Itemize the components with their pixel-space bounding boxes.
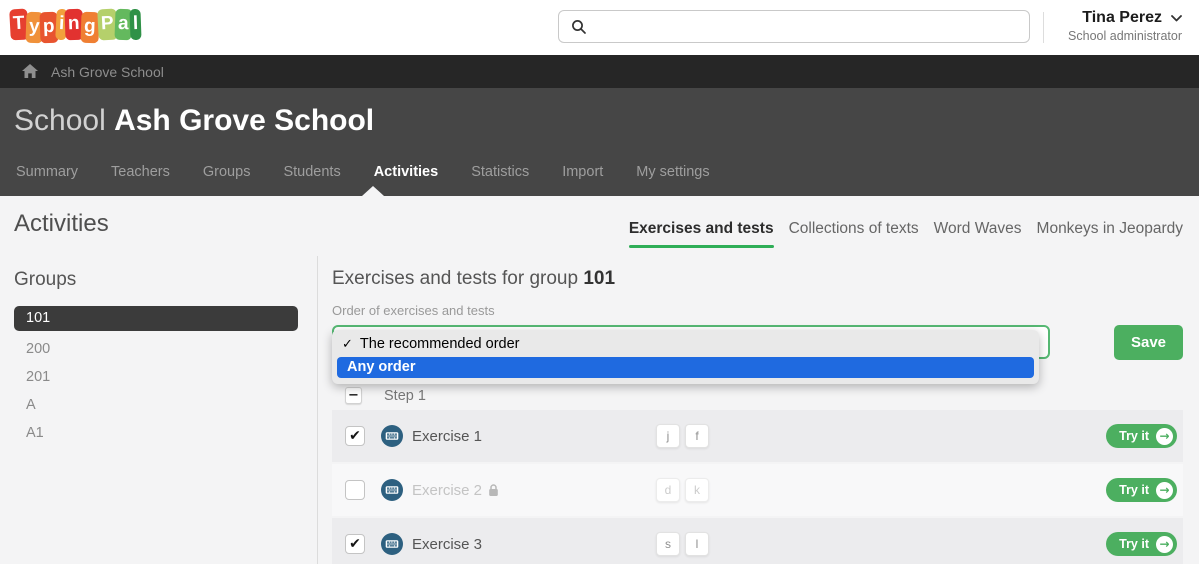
- check-icon: ✓: [342, 337, 353, 352]
- typing-pal-logo[interactable]: TypingPal: [10, 9, 139, 40]
- arrow-right-icon: →: [1156, 482, 1173, 499]
- nav-groups[interactable]: Groups: [203, 164, 251, 180]
- user-role: School administrator: [1068, 29, 1182, 43]
- search-box[interactable]: [558, 10, 1030, 43]
- dropdown-option-recommended[interactable]: ✓ The recommended order: [332, 335, 1039, 357]
- key-badge: s: [656, 532, 680, 556]
- exercises-heading-prefix: Exercises and tests for group: [332, 268, 578, 289]
- tab-monkeys-in-jeopardy[interactable]: Monkeys in Jeopardy: [1037, 220, 1183, 248]
- try-it-label: Try it: [1119, 483, 1149, 497]
- try-it-button[interactable]: Try it →: [1106, 478, 1177, 502]
- tab-exercises-and-tests[interactable]: Exercises and tests: [629, 220, 774, 248]
- group-list: 101 200 201 A A1: [0, 306, 317, 447]
- keyboard-exercise-icon: [381, 479, 403, 501]
- group-item-a1[interactable]: A1: [0, 419, 317, 447]
- save-button[interactable]: Save: [1114, 325, 1183, 360]
- exercise-name[interactable]: Exercise 3: [412, 536, 482, 553]
- nav-activities[interactable]: Activities: [374, 164, 438, 180]
- key-badge: d: [656, 478, 680, 502]
- arrow-right-icon: →: [1156, 536, 1173, 553]
- try-it-button[interactable]: Try it →: [1106, 424, 1177, 448]
- lock-icon: [488, 484, 499, 497]
- school-header: School Ash Grove School Summary Teachers…: [0, 88, 1199, 196]
- keyboard-exercise-icon: [381, 533, 403, 555]
- exercise-keys: j f: [656, 424, 709, 448]
- page-title-school: School Ash Grove School: [14, 104, 374, 138]
- content: Activities Exercises and tests Collectio…: [0, 196, 1199, 564]
- key-badge: j: [656, 424, 680, 448]
- user-menu[interactable]: Tina Perez School administrator: [1068, 9, 1182, 43]
- breadcrumb-school[interactable]: Ash Grove School: [51, 64, 164, 80]
- home-icon[interactable]: [22, 64, 38, 79]
- exercise-checkbox-checked[interactable]: ✔: [345, 534, 365, 554]
- exercises-panel: Exercises and tests for group 101 Order …: [332, 256, 1183, 564]
- group-item-201[interactable]: 201: [0, 363, 317, 391]
- exercise-row: ✔ Exercise 3 s l Try it: [332, 518, 1183, 564]
- nav-my-settings[interactable]: My settings: [636, 164, 709, 180]
- key-badge: f: [685, 424, 709, 448]
- exercises-heading: Exercises and tests for group 101: [332, 268, 615, 290]
- chevron-down-icon: [1171, 15, 1182, 22]
- topbar-divider: [1043, 12, 1044, 43]
- dropdown-option-label: Any order: [347, 359, 416, 375]
- search-icon: [571, 19, 587, 35]
- nav-import[interactable]: Import: [562, 164, 603, 180]
- exercise-keys: s l: [656, 532, 709, 556]
- exercise-name[interactable]: Exercise 1: [412, 428, 482, 445]
- exercise-keys: d k: [656, 478, 709, 502]
- try-it-label: Try it: [1119, 429, 1149, 443]
- user-name: Tina Perez: [1082, 9, 1162, 27]
- typing-pal-app: TypingPal Tina Perez School administrato…: [0, 0, 1199, 564]
- step-label: Step 1: [384, 388, 426, 404]
- exercise-checkbox-checked[interactable]: ✔: [345, 426, 365, 446]
- breadcrumb: Ash Grove School: [0, 55, 1199, 88]
- tab-collections-of-texts[interactable]: Collections of texts: [789, 220, 919, 248]
- dropdown-option-label: The recommended order: [360, 336, 520, 352]
- order-label: Order of exercises and tests: [332, 303, 495, 318]
- step-row: − Step 1: [345, 387, 426, 404]
- nav-teachers[interactable]: Teachers: [111, 164, 170, 180]
- activities-heading: Activities: [14, 210, 109, 238]
- search-input[interactable]: [596, 19, 1029, 35]
- groups-title: Groups: [14, 269, 76, 291]
- exercise-row: Exercise 2 d k Try it →: [332, 464, 1183, 516]
- topbar: TypingPal Tina Perez School administrato…: [0, 0, 1199, 55]
- arrow-right-icon: →: [1156, 428, 1173, 445]
- school-name: Ash Grove School: [114, 104, 374, 137]
- dropdown-option-any-order[interactable]: Any order: [337, 357, 1034, 378]
- group-item-101[interactable]: 101: [14, 306, 298, 331]
- keyboard-exercise-icon: [381, 425, 403, 447]
- logo-letter: g: [80, 12, 99, 44]
- nav-summary[interactable]: Summary: [16, 164, 78, 180]
- groups-sidebar: Groups 101 200 201 A A1: [0, 256, 318, 564]
- key-badge: k: [685, 478, 709, 502]
- tab-word-waves[interactable]: Word Waves: [934, 220, 1022, 248]
- title-prefix: School: [14, 104, 106, 137]
- school-nav: Summary Teachers Groups Students Activit…: [16, 164, 710, 180]
- key-badge: l: [685, 532, 709, 556]
- nav-students[interactable]: Students: [283, 164, 340, 180]
- collapse-step-button[interactable]: −: [345, 387, 362, 404]
- group-item-a[interactable]: A: [0, 391, 317, 419]
- order-dropdown-menu: ✓ The recommended order Any order: [332, 330, 1039, 384]
- exercise-row: ✔ Exercise 1 j f Try it: [332, 410, 1183, 462]
- exercise-checkbox-unchecked[interactable]: [345, 480, 365, 500]
- active-nav-notch: [362, 186, 384, 196]
- nav-statistics[interactable]: Statistics: [471, 164, 529, 180]
- exercises-heading-group: 101: [583, 268, 615, 289]
- exercise-name[interactable]: Exercise 2: [412, 482, 482, 499]
- try-it-button[interactable]: Try it →: [1106, 532, 1177, 556]
- group-item-200[interactable]: 200: [0, 335, 317, 363]
- try-it-label: Try it: [1119, 537, 1149, 551]
- activity-tabs: Exercises and tests Collections of texts…: [629, 220, 1183, 248]
- logo-letter: l: [129, 9, 141, 40]
